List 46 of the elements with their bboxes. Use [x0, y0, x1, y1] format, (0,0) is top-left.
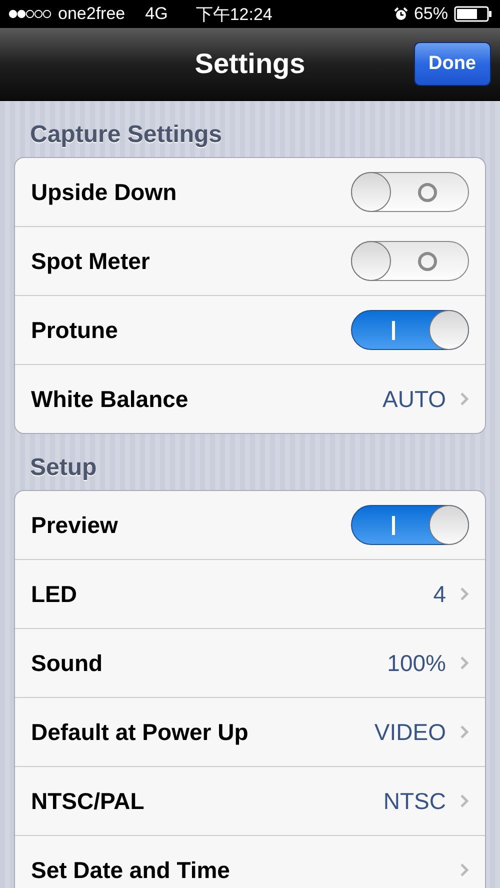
row-label: NTSC/PAL: [31, 788, 146, 814]
toggle-switch[interactable]: [351, 241, 469, 281]
chevron-icon: [460, 725, 469, 739]
row-label: Sound: [31, 650, 104, 676]
row-label: Protune: [31, 316, 119, 344]
row-value: 4: [433, 580, 446, 608]
network-type: 4G: [145, 4, 168, 24]
toggle-switch[interactable]: [351, 310, 469, 350]
chevron-icon: [460, 656, 469, 670]
row-value: 100%: [387, 650, 446, 676]
settings-row[interactable]: Set Date and Time: [15, 835, 485, 888]
settings-row[interactable]: Sound 100%: [15, 628, 485, 697]
battery-percent: 65%: [414, 4, 448, 24]
settings-row[interactable]: Default at Power Up VIDEO: [15, 697, 485, 766]
settings-row[interactable]: White Balance AUTO: [15, 364, 485, 433]
settings-row[interactable]: Spot Meter: [15, 226, 485, 295]
row-value: AUTO: [382, 386, 446, 412]
done-button[interactable]: Done: [414, 42, 491, 86]
chevron-icon: [460, 863, 469, 877]
row-value: VIDEO: [374, 718, 446, 746]
toggle-switch[interactable]: [351, 505, 469, 545]
section-header: Setup: [29, 453, 98, 483]
settings-row[interactable]: Protune: [15, 295, 485, 364]
screen-title: Settings: [194, 48, 306, 80]
row-label: Default at Power Up: [31, 718, 250, 746]
chevron-icon: [460, 392, 469, 406]
battery-icon: [454, 6, 492, 22]
carrier-name: one2free: [58, 4, 126, 24]
row-label: LED: [31, 580, 78, 608]
settings-row[interactable]: LED 4: [15, 559, 485, 628]
clock-time: 下午12:24: [196, 4, 272, 26]
signal-icon: [8, 9, 52, 19]
settings-row[interactable]: Preview: [15, 491, 485, 559]
row-label: Set Date and Time: [31, 856, 231, 884]
toggle-switch[interactable]: [351, 172, 469, 212]
settings-row[interactable]: NTSC/PAL NTSC: [15, 766, 485, 835]
chevron-icon: [460, 794, 469, 808]
row-value: NTSC: [383, 788, 446, 814]
section-header: Capture Settings: [29, 120, 224, 150]
row-label: Upside Down: [31, 178, 178, 206]
row-label: Preview: [31, 512, 119, 538]
row-label: White Balance: [31, 386, 190, 412]
settings-row[interactable]: Upside Down: [15, 158, 485, 226]
chevron-icon: [460, 587, 469, 601]
alarm-clock-icon: [394, 7, 408, 21]
row-label: Spot Meter: [31, 248, 151, 274]
